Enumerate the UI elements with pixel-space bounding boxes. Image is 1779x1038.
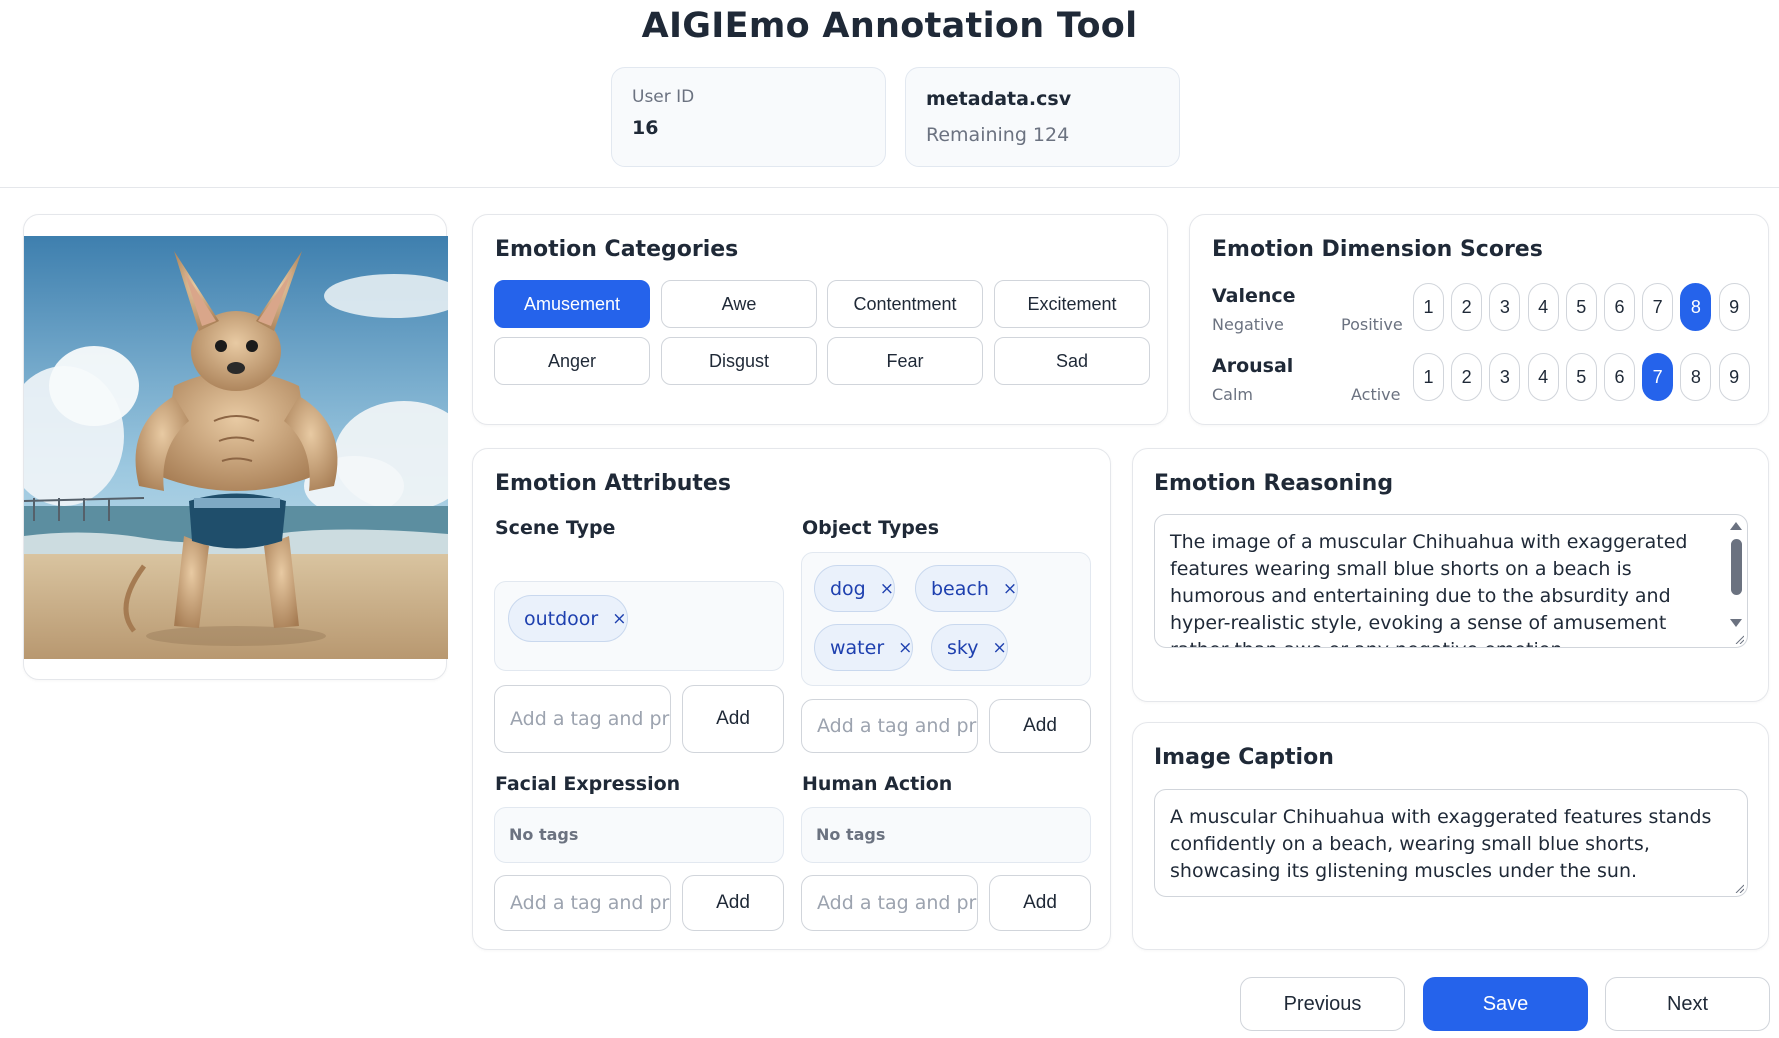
tag-beach: beach × <box>915 565 1019 612</box>
tag-label: beach <box>931 577 989 600</box>
scene-type-input[interactable]: Add a tag and press Enter <box>494 685 671 753</box>
human-action-add-button[interactable]: Add <box>989 875 1091 931</box>
valence-score-6-button[interactable]: 6 <box>1604 283 1635 331</box>
page-title: AIGIEmo Annotation Tool <box>641 6 1138 46</box>
arousal-high-label: Active <box>1351 385 1401 404</box>
category-amusement-button[interactable]: Amusement <box>494 280 650 328</box>
category-sad-button[interactable]: Sad <box>994 337 1150 385</box>
valence-score-9-button[interactable]: 9 <box>1718 283 1750 331</box>
user-id-value: 16 <box>632 117 659 139</box>
facial-expression-label: Facial Expression <box>495 773 681 795</box>
no-tags-text: No tags <box>509 825 579 844</box>
object-types-label: Object Types <box>802 517 939 539</box>
emotion-attributes-card: Emotion Attributes Scene Type outdoor × … <box>472 448 1111 950</box>
scroll-down-arrow-icon[interactable] <box>1730 619 1742 627</box>
category-disgust-button[interactable]: Disgust <box>661 337 817 385</box>
emotion-reasoning-textarea[interactable]: The image of a muscular Chihuahua with e… <box>1154 514 1748 648</box>
tag-water: water × <box>814 624 914 671</box>
file-info-card: metadata.csv Remaining 124 <box>905 67 1180 167</box>
remove-tag-icon[interactable]: × <box>880 579 894 599</box>
object-types-tag-box: dog × beach × water × sky × <box>801 552 1091 686</box>
muscular-chihuahua-beach-image <box>24 236 448 659</box>
user-id-card: User ID 16 <box>611 67 886 167</box>
tag-label: outdoor <box>524 607 599 630</box>
facial-expression-tag-box: No tags <box>494 807 784 863</box>
emotion-reasoning-title: Emotion Reasoning <box>1154 471 1394 496</box>
scroll-up-arrow-icon[interactable] <box>1730 522 1742 530</box>
scene-type-tag-box: outdoor × <box>494 581 784 671</box>
category-contentment-button[interactable]: Contentment <box>827 280 983 328</box>
reasoning-scrollbar[interactable] <box>1729 515 1747 647</box>
image-caption-title: Image Caption <box>1154 745 1334 770</box>
human-action-tag-box: No tags <box>801 807 1091 863</box>
remaining-count: Remaining 124 <box>926 124 1070 146</box>
category-anger-button[interactable]: Anger <box>494 337 650 385</box>
facial-expression-input[interactable]: Add a tag and press Enter <box>494 875 671 931</box>
category-awe-button[interactable]: Awe <box>661 280 817 328</box>
human-action-input[interactable]: Add a tag and press Enter <box>801 875 978 931</box>
arousal-label: Arousal <box>1212 355 1294 377</box>
arousal-score-5-button[interactable]: 5 <box>1565 353 1597 401</box>
valence-score-2-button[interactable]: 2 <box>1451 283 1483 331</box>
valence-high-label: Positive <box>1341 315 1403 334</box>
tag-sky: sky × <box>931 624 1008 671</box>
scene-type-label: Scene Type <box>495 517 616 539</box>
emotion-reasoning-card: Emotion Reasoning The image of a muscula… <box>1132 448 1769 702</box>
valence-score-8-button[interactable]: 8 <box>1680 283 1712 331</box>
header-divider <box>0 187 1779 188</box>
arousal-score-9-button[interactable]: 9 <box>1718 353 1750 401</box>
user-id-label: User ID <box>632 87 695 107</box>
emotion-dimension-card: Emotion Dimension Scores Valence Negativ… <box>1189 214 1769 425</box>
arousal-low-label: Calm <box>1212 385 1254 404</box>
arousal-score-3-button[interactable]: 3 <box>1489 353 1521 401</box>
scene-type-add-button[interactable]: Add <box>682 685 784 753</box>
arousal-score-4-button[interactable]: 4 <box>1527 353 1559 401</box>
human-action-label: Human Action <box>802 773 953 795</box>
tag-dog: dog × <box>814 565 895 612</box>
arousal-score-2-button[interactable]: 2 <box>1451 353 1483 401</box>
valence-score-7-button[interactable]: 7 <box>1642 283 1674 331</box>
image-caption-textarea[interactable]: A muscular Chihuahua with exaggerated fe… <box>1154 789 1748 897</box>
remove-tag-icon[interactable]: × <box>898 638 912 658</box>
emotion-reasoning-text: The image of a muscular Chihuahua with e… <box>1170 531 1688 647</box>
previous-button[interactable]: Previous <box>1240 977 1405 1031</box>
tag-outdoor: outdoor × <box>508 595 628 642</box>
tag-label: sky <box>947 636 979 659</box>
emotion-dimension-title: Emotion Dimension Scores <box>1212 237 1543 262</box>
save-button[interactable]: Save <box>1423 977 1588 1031</box>
object-types-add-button[interactable]: Add <box>989 699 1091 753</box>
tag-label: dog <box>830 577 866 600</box>
valence-low-label: Negative <box>1212 315 1284 334</box>
arousal-score-6-button[interactable]: 6 <box>1604 353 1635 401</box>
valence-score-4-button[interactable]: 4 <box>1527 283 1559 331</box>
category-excitement-button[interactable]: Excitement <box>994 280 1150 328</box>
image-caption-text: A muscular Chihuahua with exaggerated fe… <box>1170 806 1712 882</box>
valence-score-1-button[interactable]: 1 <box>1413 283 1444 331</box>
arousal-score-7-button[interactable]: 7 <box>1642 353 1674 401</box>
tag-label: water <box>830 636 885 659</box>
emotion-attributes-title: Emotion Attributes <box>495 471 731 496</box>
scroll-thumb[interactable] <box>1731 539 1742 595</box>
emotion-categories-card: Emotion Categories Amusement Awe Content… <box>472 214 1168 425</box>
facial-expression-add-button[interactable]: Add <box>682 875 784 931</box>
next-button[interactable]: Next <box>1605 977 1770 1031</box>
remove-tag-icon[interactable]: × <box>612 609 626 629</box>
category-fear-button[interactable]: Fear <box>827 337 983 385</box>
valence-score-3-button[interactable]: 3 <box>1489 283 1521 331</box>
remove-tag-icon[interactable]: × <box>1003 579 1017 599</box>
emotion-categories-title: Emotion Categories <box>495 237 739 262</box>
image-card <box>23 214 448 680</box>
object-types-input[interactable]: Add a tag and press Enter <box>801 699 978 753</box>
valence-score-5-button[interactable]: 5 <box>1565 283 1597 331</box>
remove-tag-icon[interactable]: × <box>992 638 1006 658</box>
resize-grip-icon[interactable] <box>1734 883 1744 893</box>
valence-label: Valence <box>1212 285 1296 307</box>
resize-grip-icon[interactable] <box>1734 634 1744 644</box>
file-name: metadata.csv <box>926 88 1072 110</box>
arousal-score-1-button[interactable]: 1 <box>1413 353 1444 401</box>
image-caption-card: Image Caption A muscular Chihuahua with … <box>1132 722 1769 950</box>
no-tags-text: No tags <box>816 825 886 844</box>
arousal-score-8-button[interactable]: 8 <box>1680 353 1712 401</box>
